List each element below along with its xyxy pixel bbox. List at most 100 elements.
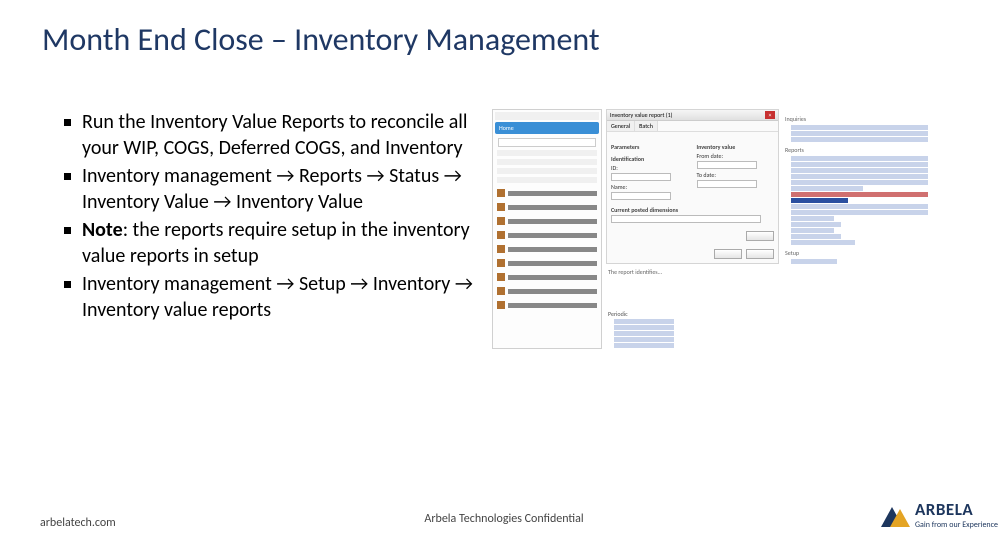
section-identification: Identification <box>611 155 689 163</box>
inquiries-header: Inquiries <box>785 115 928 123</box>
logo-icon <box>881 503 909 527</box>
nav-module <box>497 189 597 197</box>
section-parameters: Parameters <box>611 143 689 151</box>
report-link-highlighted[interactable] <box>791 192 928 197</box>
dialog-body: Parameters Identification ID: Name: Inve… <box>607 132 778 263</box>
nav-module <box>497 259 597 267</box>
filter-box <box>498 138 596 147</box>
periodic-link[interactable] <box>614 331 674 336</box>
screenshot-figure: Home Inventory value report (1) × <box>480 109 998 349</box>
input-name[interactable] <box>611 192 671 200</box>
report-link[interactable] <box>791 180 928 185</box>
nav-item <box>497 168 597 174</box>
nav-module <box>497 217 597 225</box>
report-link[interactable] <box>791 234 841 239</box>
folder-icon <box>497 273 505 281</box>
dialog-tabs: General Batch <box>607 121 778 132</box>
folder-icon <box>497 301 505 309</box>
bullet-list: Run the Inventory Value Reports to recon… <box>60 109 480 349</box>
label-from-date: From date: <box>697 152 775 160</box>
nav-module <box>497 203 597 211</box>
folder-icon <box>497 231 505 239</box>
nav-module <box>497 287 597 295</box>
input-id[interactable] <box>611 173 671 181</box>
slide-content: Run the Inventory Value Reports to recon… <box>0 59 1008 349</box>
close-icon[interactable]: × <box>765 111 775 119</box>
nav-label <box>508 303 597 308</box>
nav-label <box>508 219 597 224</box>
periodic-link[interactable] <box>614 325 674 330</box>
ok-button[interactable] <box>714 249 742 259</box>
reports-header: Reports <box>785 146 928 154</box>
note-text: : the reports require setup in the inven… <box>82 218 470 268</box>
folder-icon <box>497 259 505 267</box>
folder-icon <box>497 245 505 253</box>
nav-label <box>508 261 597 266</box>
input-from-date[interactable] <box>697 161 757 169</box>
input-to-date[interactable] <box>697 180 757 188</box>
nav-label <box>508 233 597 238</box>
tab-batch[interactable]: Batch <box>635 121 658 131</box>
report-link[interactable] <box>791 222 841 227</box>
report-link[interactable] <box>791 186 863 191</box>
label-id: ID: <box>611 164 689 172</box>
report-link[interactable] <box>791 210 928 215</box>
footer-confidential: Arbela Technologies Confidential <box>424 512 583 526</box>
select-button[interactable] <box>746 231 774 241</box>
nav-module <box>497 273 597 281</box>
nav-module <box>497 245 597 253</box>
logo-text: ARBELA Gain from our Experience <box>915 499 998 530</box>
periodic-link[interactable] <box>614 337 674 342</box>
tab-general[interactable]: General <box>607 121 635 131</box>
nav-pane: Home <box>492 109 602 349</box>
window-controls <box>495 112 599 120</box>
inquiry-link[interactable] <box>791 125 928 130</box>
inquiry-link[interactable] <box>791 137 928 142</box>
address-bar: Home <box>495 122 599 134</box>
report-link[interactable] <box>791 204 928 209</box>
report-link[interactable] <box>791 240 855 245</box>
note-label: Note <box>82 218 123 242</box>
slide-footer: arbelatech.com Arbela Technologies Confi… <box>0 499 1008 530</box>
input-dimensions[interactable] <box>611 215 761 223</box>
cancel-button[interactable] <box>746 249 774 259</box>
nav-label <box>508 289 597 294</box>
setup-link[interactable] <box>791 259 837 264</box>
label-to-date: To date: <box>697 171 775 179</box>
dialog-titlebar: Inventory value report (1) × <box>607 110 778 121</box>
report-link[interactable] <box>791 162 928 167</box>
inquiry-link[interactable] <box>791 131 928 136</box>
folder-icon <box>497 203 505 211</box>
dialog-title-text: Inventory value report (1) <box>610 111 672 119</box>
link-pane: Inquiries Reports Setup <box>779 109 934 349</box>
dialog-window: Inventory value report (1) × General Bat… <box>606 109 779 264</box>
report-link[interactable] <box>791 168 928 173</box>
nav-item <box>497 150 597 156</box>
label-name: Name: <box>611 183 689 191</box>
nav-item <box>497 159 597 165</box>
dialog-description: The report identifies... <box>604 264 779 280</box>
report-link[interactable] <box>791 228 834 233</box>
nav-module <box>497 231 597 239</box>
section-cpd: Current posted dimensions <box>611 206 774 214</box>
report-link[interactable] <box>791 156 928 161</box>
nav-label <box>508 275 597 280</box>
setup-header: Setup <box>785 249 928 257</box>
folder-icon <box>497 287 505 295</box>
nav-label <box>508 205 597 210</box>
bullet-item: Run the Inventory Value Reports to recon… <box>60 109 480 161</box>
report-link[interactable] <box>791 216 834 221</box>
report-link-selected[interactable] <box>791 198 848 203</box>
periodic-link[interactable] <box>614 343 674 348</box>
home-icon <box>497 189 505 197</box>
logo-tagline: Gain from our Experience <box>915 520 998 530</box>
folder-icon <box>497 217 505 225</box>
logo-name: ARBELA <box>915 499 998 520</box>
periodic-link[interactable] <box>614 319 674 324</box>
nav-module <box>497 301 597 309</box>
nav-label <box>508 247 597 252</box>
nav-label <box>508 191 597 196</box>
bullet-item: Note: the reports require setup in the i… <box>60 217 480 269</box>
nav-item <box>497 177 597 183</box>
report-link[interactable] <box>791 174 928 179</box>
